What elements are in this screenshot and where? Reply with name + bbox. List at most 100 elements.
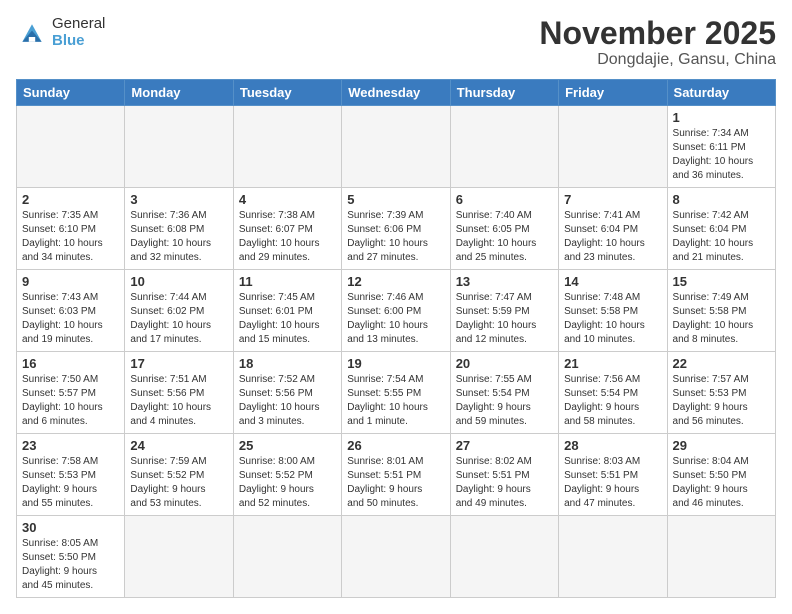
day-number: 13	[456, 274, 553, 289]
calendar-cell: 22Sunrise: 7:57 AM Sunset: 5:53 PM Dayli…	[667, 352, 775, 434]
title-block: November 2025 Dongdajie, Gansu, China	[539, 16, 776, 69]
day-number: 11	[239, 274, 336, 289]
weekday-header-monday: Monday	[125, 80, 233, 106]
day-number: 18	[239, 356, 336, 371]
day-info: Sunrise: 7:44 AM Sunset: 6:02 PM Dayligh…	[130, 291, 227, 347]
day-info: Sunrise: 7:49 AM Sunset: 5:58 PM Dayligh…	[673, 291, 770, 347]
calendar-cell: 6Sunrise: 7:40 AM Sunset: 6:05 PM Daylig…	[450, 188, 558, 270]
day-info: Sunrise: 7:47 AM Sunset: 5:59 PM Dayligh…	[456, 291, 553, 347]
calendar-cell: 24 Sunrise: 7:59 AM Sunset: 5:52 PM Dayli…	[125, 434, 233, 516]
calendar-cell: 11 Sunrise: 7:45 AM Sunset: 6:01 PM Dayli…	[233, 270, 341, 352]
calendar-cell: 1Sunrise: 7:34 AM Sunset: 6:11 PM Daylig…	[667, 106, 775, 188]
day-number: 14	[564, 274, 661, 289]
calendar-cell: 17 Sunrise: 7:51 AM Sunset: 5:56 PM Dayli…	[125, 352, 233, 434]
calendar-cell: 18 Sunrise: 7:52 AM Sunset: 5:56 PM Dayli…	[233, 352, 341, 434]
calendar-cell: 13 Sunrise: 7:47 AM Sunset: 5:59 PM Dayli…	[450, 270, 558, 352]
day-info: Sunrise: 7:43 AM Sunset: 6:03 PM Dayligh…	[22, 291, 119, 347]
calendar-cell	[125, 516, 233, 598]
calendar-cell	[342, 106, 450, 188]
calendar-week-row: 9 Sunrise: 7:43 AM Sunset: 6:03 PM Daylig…	[17, 270, 776, 352]
day-number: 17	[130, 356, 227, 371]
calendar-week-row: 23 Sunrise: 7:58 AM Sunset: 5:53 PM Dayli…	[17, 434, 776, 516]
calendar-cell	[667, 516, 775, 598]
day-info: Sunrise: 8:03 AM Sunset: 5:51 PM Dayligh…	[564, 455, 661, 511]
logo-text: General Blue	[52, 16, 105, 49]
calendar-cell: 30Sunrise: 8:05 AM Sunset: 5:50 PM Dayli…	[17, 516, 125, 598]
calendar-cell: 29 Sunrise: 8:04 AM Sunset: 5:50 PM Dayli…	[667, 434, 775, 516]
calendar-cell: 7 Sunrise: 7:41 AM Sunset: 6:04 PM Daylig…	[559, 188, 667, 270]
day-info: Sunrise: 7:45 AM Sunset: 6:01 PM Dayligh…	[239, 291, 336, 347]
weekday-header-saturday: Saturday	[667, 80, 775, 106]
calendar-cell	[342, 516, 450, 598]
calendar-week-row: 2Sunrise: 7:35 AM Sunset: 6:10 PM Daylig…	[17, 188, 776, 270]
day-info: Sunrise: 7:57 AM Sunset: 5:53 PM Dayligh…	[673, 373, 770, 429]
month-title: November 2025	[539, 16, 776, 51]
day-info: Sunrise: 7:50 AM Sunset: 5:57 PM Dayligh…	[22, 373, 119, 429]
day-number: 27	[456, 438, 553, 453]
day-number: 12	[347, 274, 444, 289]
calendar-cell: 15 Sunrise: 7:49 AM Sunset: 5:58 PM Dayli…	[667, 270, 775, 352]
logo-icon	[16, 19, 48, 47]
calendar-cell: 10 Sunrise: 7:44 AM Sunset: 6:02 PM Dayli…	[125, 270, 233, 352]
day-number: 1	[673, 110, 770, 125]
day-number: 29	[673, 438, 770, 453]
calendar-cell: 14Sunrise: 7:48 AM Sunset: 5:58 PM Dayli…	[559, 270, 667, 352]
calendar-cell	[233, 106, 341, 188]
day-info: Sunrise: 7:58 AM Sunset: 5:53 PM Dayligh…	[22, 455, 119, 511]
day-number: 5	[347, 192, 444, 207]
day-info: Sunrise: 8:05 AM Sunset: 5:50 PM Dayligh…	[22, 537, 119, 593]
calendar-cell	[125, 106, 233, 188]
calendar-cell	[559, 106, 667, 188]
day-number: 9	[22, 274, 119, 289]
day-number: 3	[130, 192, 227, 207]
day-number: 16	[22, 356, 119, 371]
calendar-cell: 2Sunrise: 7:35 AM Sunset: 6:10 PM Daylig…	[17, 188, 125, 270]
calendar-week-row: 16 Sunrise: 7:50 AM Sunset: 5:57 PM Dayli…	[17, 352, 776, 434]
calendar-cell: 5Sunrise: 7:39 AM Sunset: 6:06 PM Daylig…	[342, 188, 450, 270]
weekday-header-row: SundayMondayTuesdayWednesdayThursdayFrid…	[17, 80, 776, 106]
page-header: General Blue November 2025 Dongdajie, Ga…	[16, 16, 776, 69]
day-number: 24	[130, 438, 227, 453]
day-number: 10	[130, 274, 227, 289]
calendar-cell: 25Sunrise: 8:00 AM Sunset: 5:52 PM Dayli…	[233, 434, 341, 516]
day-number: 28	[564, 438, 661, 453]
calendar-cell: 3Sunrise: 7:36 AM Sunset: 6:08 PM Daylig…	[125, 188, 233, 270]
day-info: Sunrise: 7:41 AM Sunset: 6:04 PM Dayligh…	[564, 209, 661, 265]
day-info: Sunrise: 7:56 AM Sunset: 5:54 PM Dayligh…	[564, 373, 661, 429]
day-info: Sunrise: 8:04 AM Sunset: 5:50 PM Dayligh…	[673, 455, 770, 511]
calendar-cell: 19Sunrise: 7:54 AM Sunset: 5:55 PM Dayli…	[342, 352, 450, 434]
location: Dongdajie, Gansu, China	[539, 51, 776, 69]
day-number: 20	[456, 356, 553, 371]
day-number: 4	[239, 192, 336, 207]
day-number: 2	[22, 192, 119, 207]
calendar-cell: 4Sunrise: 7:38 AM Sunset: 6:07 PM Daylig…	[233, 188, 341, 270]
weekday-header-sunday: Sunday	[17, 80, 125, 106]
day-info: Sunrise: 7:42 AM Sunset: 6:04 PM Dayligh…	[673, 209, 770, 265]
weekday-header-tuesday: Tuesday	[233, 80, 341, 106]
weekday-header-thursday: Thursday	[450, 80, 558, 106]
day-info: Sunrise: 7:51 AM Sunset: 5:56 PM Dayligh…	[130, 373, 227, 429]
weekday-header-friday: Friday	[559, 80, 667, 106]
calendar-cell	[233, 516, 341, 598]
day-info: Sunrise: 7:54 AM Sunset: 5:55 PM Dayligh…	[347, 373, 444, 429]
calendar-cell: 27Sunrise: 8:02 AM Sunset: 5:51 PM Dayli…	[450, 434, 558, 516]
calendar-cell: 16 Sunrise: 7:50 AM Sunset: 5:57 PM Dayli…	[17, 352, 125, 434]
calendar-week-row: 30Sunrise: 8:05 AM Sunset: 5:50 PM Dayli…	[17, 516, 776, 598]
calendar-cell: 20Sunrise: 7:55 AM Sunset: 5:54 PM Dayli…	[450, 352, 558, 434]
day-info: Sunrise: 7:59 AM Sunset: 5:52 PM Dayligh…	[130, 455, 227, 511]
day-number: 26	[347, 438, 444, 453]
calendar-cell	[559, 516, 667, 598]
calendar-cell: 12Sunrise: 7:46 AM Sunset: 6:00 PM Dayli…	[342, 270, 450, 352]
logo: General Blue	[16, 16, 105, 49]
day-info: Sunrise: 7:52 AM Sunset: 5:56 PM Dayligh…	[239, 373, 336, 429]
day-number: 23	[22, 438, 119, 453]
calendar-cell: 21Sunrise: 7:56 AM Sunset: 5:54 PM Dayli…	[559, 352, 667, 434]
day-number: 15	[673, 274, 770, 289]
weekday-header-wednesday: Wednesday	[342, 80, 450, 106]
calendar-cell	[17, 106, 125, 188]
day-number: 25	[239, 438, 336, 453]
calendar-table: SundayMondayTuesdayWednesdayThursdayFrid…	[16, 79, 776, 598]
calendar-cell: 9 Sunrise: 7:43 AM Sunset: 6:03 PM Daylig…	[17, 270, 125, 352]
day-number: 7	[564, 192, 661, 207]
calendar-cell	[450, 516, 558, 598]
